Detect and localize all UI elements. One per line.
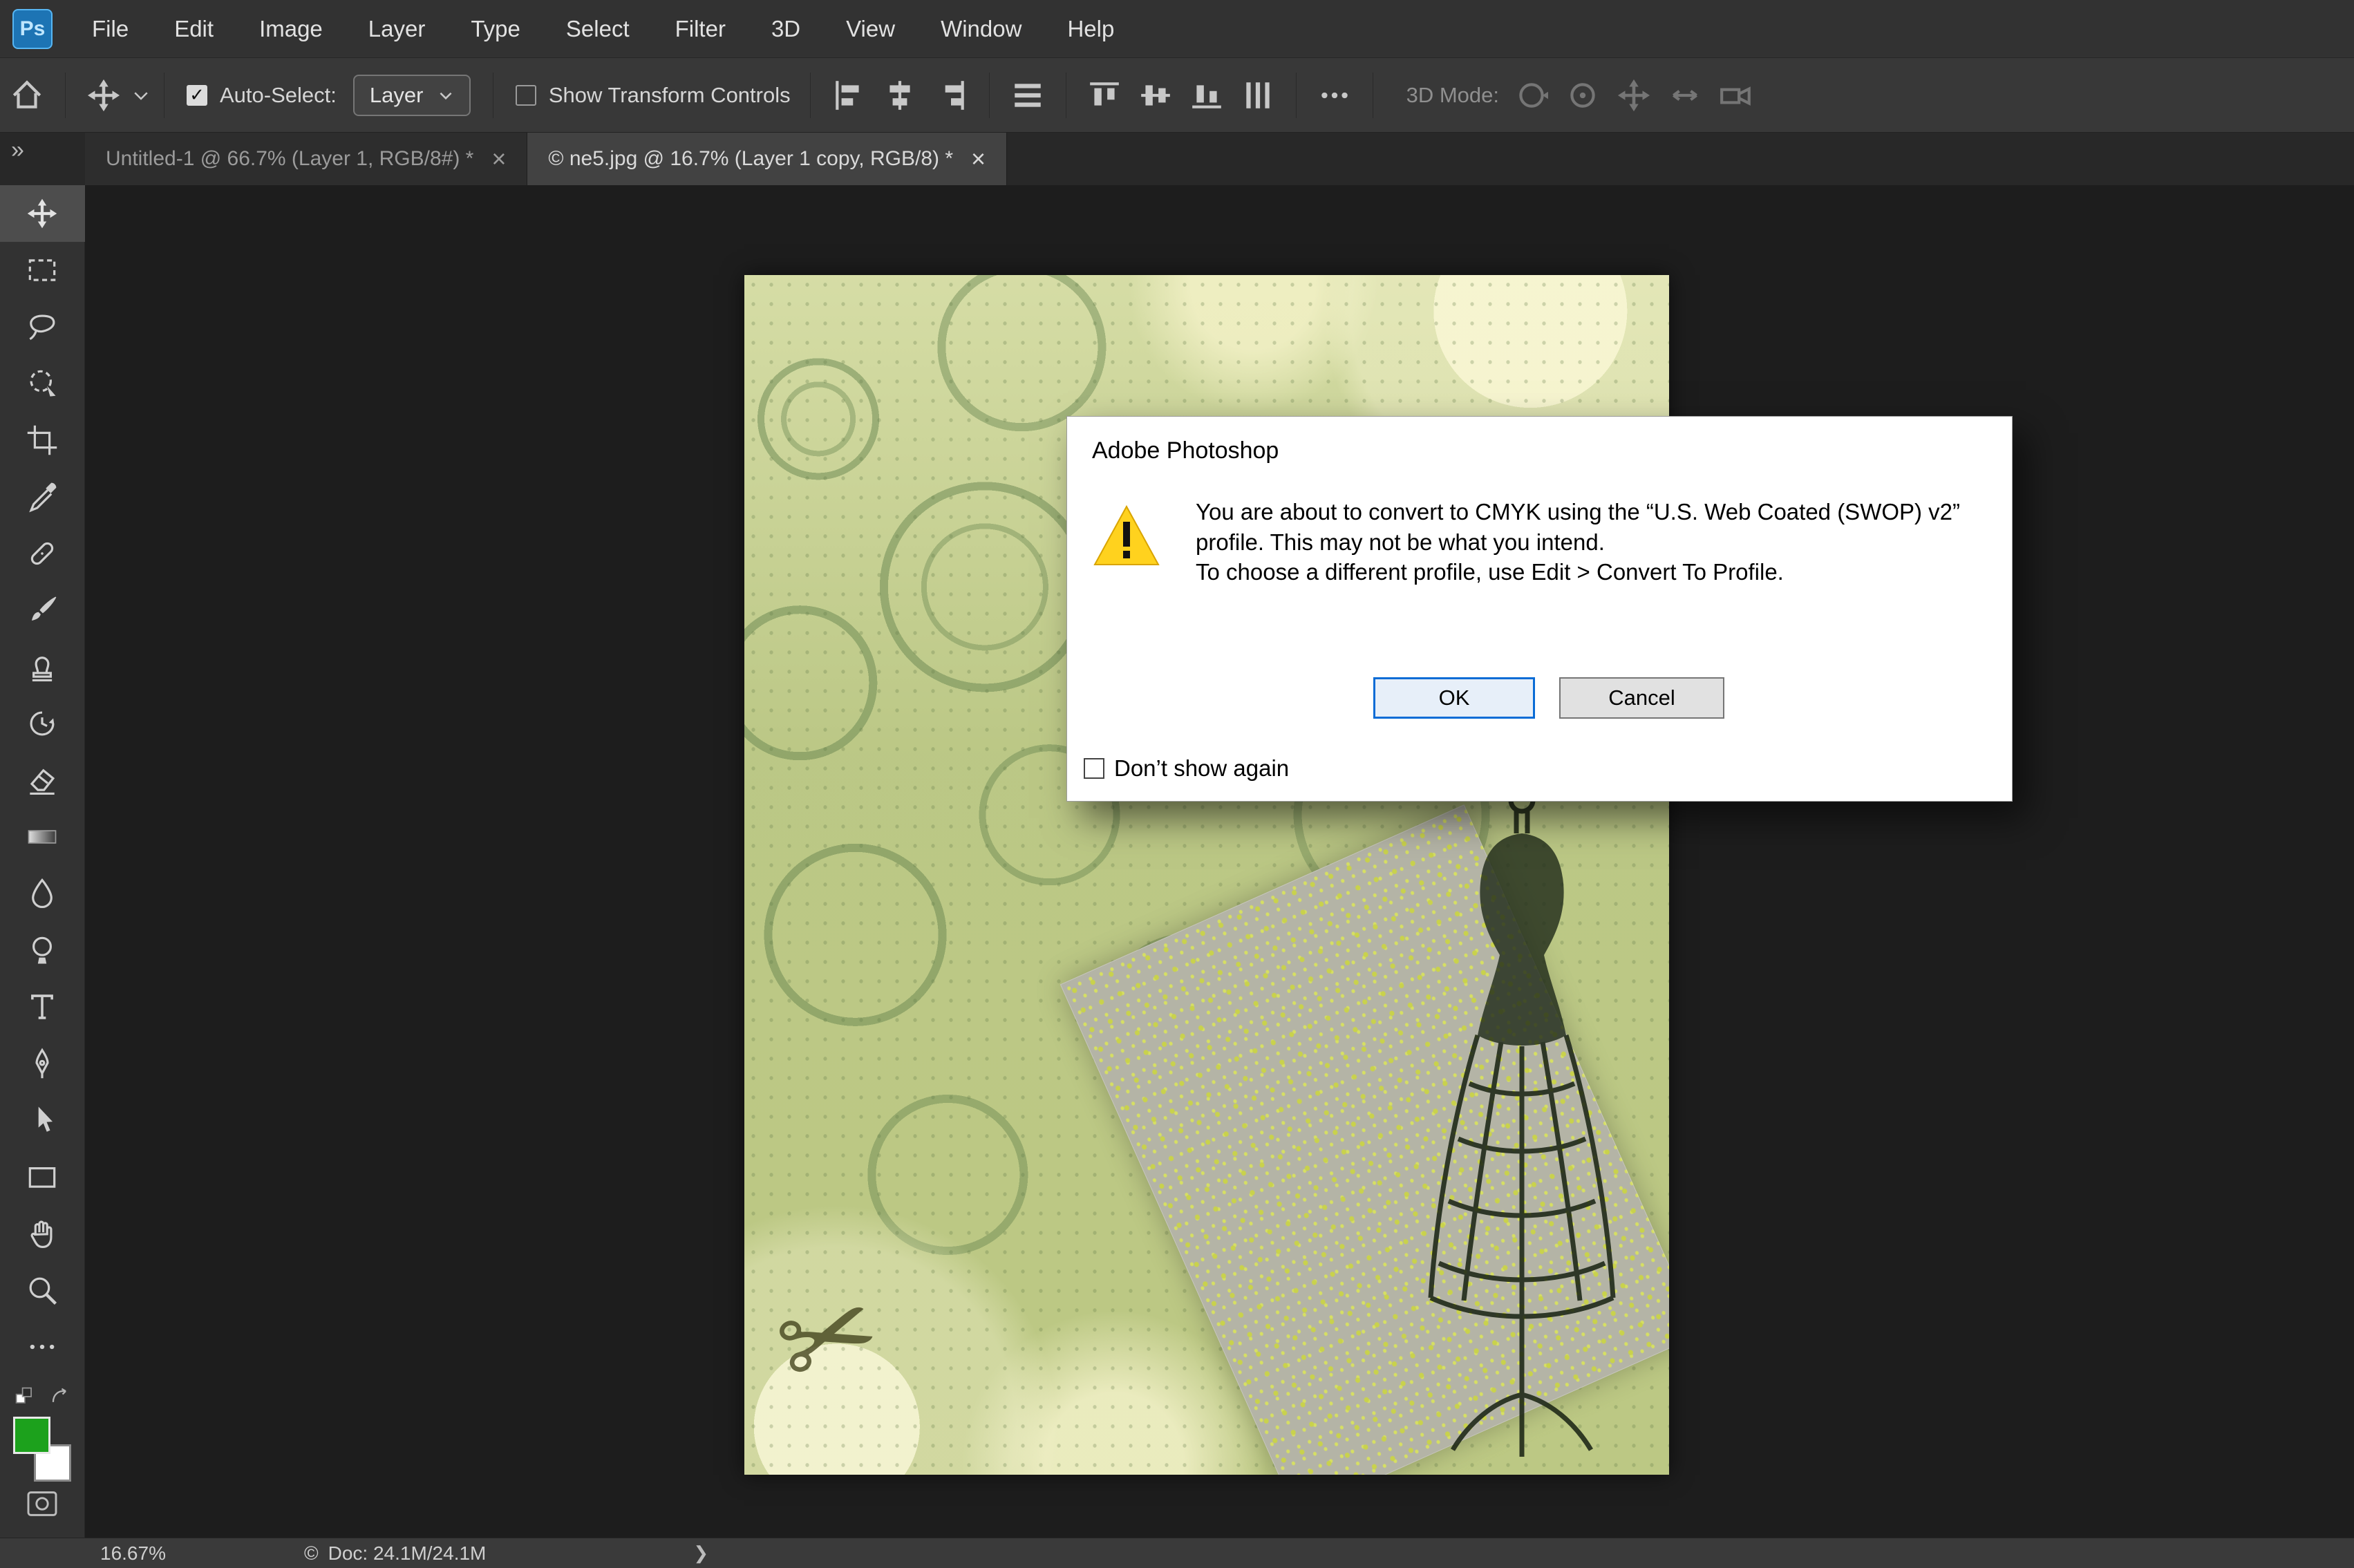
object-selection-tool[interactable] bbox=[0, 355, 85, 412]
tab-label: © ne5.jpg @ 16.7% (Layer 1 copy, RGB/8) … bbox=[548, 147, 953, 171]
warning-icon bbox=[1092, 504, 1161, 567]
dodge-tool[interactable] bbox=[0, 922, 85, 979]
auto-select-target-dropdown[interactable]: Layer bbox=[353, 75, 471, 116]
dont-show-again-label: Don’t show again bbox=[1114, 755, 1289, 782]
more-align-options-icon[interactable] bbox=[1317, 78, 1352, 113]
show-transform-checkbox[interactable] bbox=[516, 85, 536, 106]
auto-select-checkbox[interactable]: ✓ bbox=[187, 85, 207, 106]
history-brush-tool[interactable] bbox=[0, 695, 85, 752]
brush-tool[interactable] bbox=[0, 582, 85, 639]
dialog-title: Adobe Photoshop bbox=[1092, 437, 1279, 464]
auto-select-target-value: Layer bbox=[370, 83, 424, 108]
dialog-message-line-1: You are about to convert to CMYK using t… bbox=[1196, 497, 1997, 557]
menu-select[interactable]: Select bbox=[543, 16, 652, 42]
tab-ne5-jpg[interactable]: © ne5.jpg @ 16.7% (Layer 1 copy, RGB/8) … bbox=[527, 133, 1007, 185]
cmyk-conversion-dialog: Adobe Photoshop You are about to convert… bbox=[1066, 416, 2013, 802]
lasso-tool[interactable] bbox=[0, 299, 85, 355]
panel-collapse-icon[interactable]: » bbox=[0, 133, 85, 185]
status-expand-icon[interactable]: ❯ bbox=[693, 1542, 708, 1564]
divider bbox=[1296, 73, 1297, 118]
rectangle-tool[interactable] bbox=[0, 1149, 85, 1205]
ok-button[interactable]: OK bbox=[1373, 677, 1535, 719]
3d-pan-icon bbox=[1617, 78, 1651, 113]
divider bbox=[65, 73, 66, 118]
clone-stamp-tool[interactable] bbox=[0, 639, 85, 695]
chevron-down-icon[interactable] bbox=[131, 85, 151, 106]
cancel-button[interactable]: Cancel bbox=[1559, 677, 1724, 719]
status-bar: 16.67% © Doc: 24.1M/24.1M ❯ bbox=[0, 1538, 2354, 1568]
document-size-info: Doc: 24.1M/24.1M bbox=[328, 1542, 487, 1565]
auto-select-label: Auto-Select: bbox=[220, 83, 337, 108]
crop-tool[interactable] bbox=[0, 412, 85, 469]
align-top-edges-icon[interactable] bbox=[1087, 78, 1122, 113]
show-transform-label: Show Transform Controls bbox=[549, 83, 791, 108]
3d-dolly-camera-icon bbox=[1719, 78, 1753, 113]
quick-mask-button[interactable] bbox=[25, 1490, 59, 1518]
zoom-tool[interactable] bbox=[0, 1262, 85, 1319]
menu-3d[interactable]: 3D bbox=[748, 16, 823, 42]
menu-view[interactable]: View bbox=[823, 16, 918, 42]
distribute-horizontal-icon[interactable] bbox=[1010, 78, 1045, 113]
zoom-level-field[interactable]: 16.67% bbox=[100, 1542, 166, 1565]
3d-mode-label: 3D Mode: bbox=[1406, 83, 1499, 108]
divider bbox=[810, 73, 811, 118]
edit-toolbar-icon[interactable] bbox=[0, 1319, 85, 1375]
path-selection-tool[interactable] bbox=[0, 1092, 85, 1149]
options-bar: ✓ Auto-Select: Layer Show Transform Cont… bbox=[0, 58, 2354, 133]
gradient-tool[interactable] bbox=[0, 809, 85, 865]
align-vertical-centers-icon[interactable] bbox=[1138, 78, 1173, 113]
tab-untitled-1[interactable]: Untitled-1 @ 66.7% (Layer 1, RGB/8#) * × bbox=[85, 133, 527, 185]
dialog-message-line-2: To choose a different profile, use Edit … bbox=[1196, 557, 1997, 587]
swap-colors-icon[interactable] bbox=[48, 1385, 71, 1413]
home-icon[interactable] bbox=[10, 78, 44, 113]
menu-edit[interactable]: Edit bbox=[151, 16, 236, 42]
dress-form-illustration bbox=[1394, 786, 1650, 1475]
default-colors-icon[interactable] bbox=[13, 1385, 37, 1413]
tab-label: Untitled-1 @ 66.7% (Layer 1, RGB/8#) * bbox=[106, 147, 473, 171]
menu-help[interactable]: Help bbox=[1044, 16, 1137, 42]
eraser-tool[interactable] bbox=[0, 752, 85, 809]
align-horizontal-centers-icon[interactable] bbox=[883, 78, 917, 113]
close-icon[interactable]: × bbox=[491, 147, 506, 171]
pen-tool[interactable] bbox=[0, 1035, 85, 1092]
move-tool[interactable] bbox=[0, 185, 85, 242]
3d-roll-icon bbox=[1565, 78, 1600, 113]
photoshop-logo-icon[interactable]: Ps bbox=[12, 9, 53, 49]
menu-file[interactable]: File bbox=[69, 16, 151, 42]
foreground-color-swatch[interactable] bbox=[13, 1417, 50, 1454]
spot-healing-brush-tool[interactable] bbox=[0, 525, 85, 582]
eyedropper-tool[interactable] bbox=[0, 469, 85, 525]
distribute-vertical-icon[interactable] bbox=[1241, 78, 1275, 113]
rectangular-marquee-tool[interactable] bbox=[0, 242, 85, 299]
copyright-icon: © bbox=[304, 1542, 319, 1565]
menu-bar: Ps File Edit Image Layer Type Select Fil… bbox=[0, 0, 2354, 58]
align-bottom-edges-icon[interactable] bbox=[1189, 78, 1224, 113]
3d-orbit-icon bbox=[1514, 78, 1549, 113]
align-left-edges-icon[interactable] bbox=[831, 78, 866, 113]
menu-type[interactable]: Type bbox=[448, 16, 543, 42]
divider bbox=[989, 73, 990, 118]
move-tool-preset-icon[interactable] bbox=[86, 78, 121, 113]
3d-slide-icon bbox=[1668, 78, 1702, 113]
color-controls bbox=[0, 1385, 85, 1518]
menu-filter[interactable]: Filter bbox=[652, 16, 748, 42]
dont-show-again-checkbox[interactable] bbox=[1084, 758, 1104, 779]
blur-tool[interactable] bbox=[0, 865, 85, 922]
close-icon[interactable]: × bbox=[971, 147, 986, 171]
menu-image[interactable]: Image bbox=[236, 16, 346, 42]
dialog-message: You are about to convert to CMYK using t… bbox=[1196, 497, 1997, 587]
chevron-down-icon bbox=[437, 86, 455, 104]
menu-layer[interactable]: Layer bbox=[346, 16, 449, 42]
tools-panel bbox=[0, 185, 85, 1538]
type-tool[interactable] bbox=[0, 979, 85, 1035]
align-right-edges-icon[interactable] bbox=[934, 78, 968, 113]
menu-window[interactable]: Window bbox=[918, 16, 1044, 42]
hand-tool[interactable] bbox=[0, 1205, 85, 1262]
document-tab-bar: » Untitled-1 @ 66.7% (Layer 1, RGB/8#) *… bbox=[0, 133, 2354, 185]
photoshop-window: Ps File Edit Image Layer Type Select Fil… bbox=[0, 0, 2354, 1568]
